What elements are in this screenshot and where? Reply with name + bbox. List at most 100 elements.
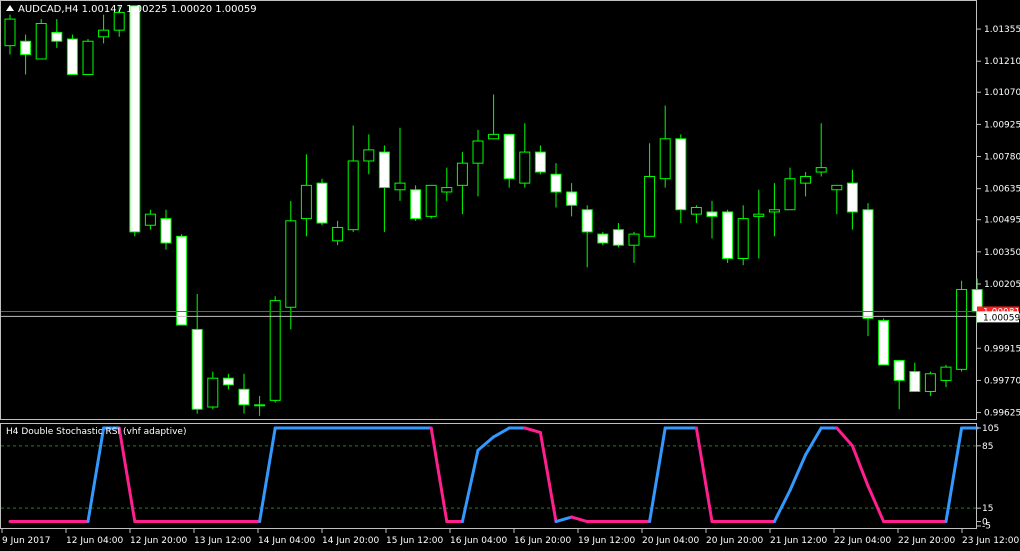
candle-body: [675, 138, 687, 211]
candle-body: [612, 229, 624, 246]
time-tick-label: 15 Jun 12:00: [386, 536, 443, 546]
candle-body: [66, 38, 78, 76]
time-tick-label: 14 Jun 20:00: [322, 536, 379, 546]
price-tick-label: 0.99625: [984, 409, 1020, 419]
candle-body: [503, 133, 515, 180]
time-tick-label: 22 Jun 04:00: [834, 536, 891, 546]
candle-body: [737, 218, 749, 259]
indicator-title: H4 Double Stochastic RSI (vhf adaptive): [6, 427, 187, 437]
time-tick-label: 22 Jun 20:00: [898, 536, 955, 546]
candle-body: [410, 189, 422, 220]
time-tick-label: 23 Jun 12:00: [962, 536, 1019, 546]
time-tick-label: 20 Jun 04:00: [642, 536, 699, 546]
candle-body: [441, 187, 453, 193]
time-tick-label: 21 Jun 12:00: [770, 536, 827, 546]
price-tick-label: 1.00495: [984, 216, 1020, 226]
candle-body: [238, 388, 250, 406]
price-tick-label: 1.01355: [984, 25, 1020, 35]
candle-body: [425, 184, 437, 217]
candle-body: [160, 218, 172, 244]
bid-price-tag-label: 1.00059: [983, 313, 1020, 323]
candle-body: [909, 371, 921, 393]
candle-body: [456, 162, 468, 186]
candle-body: [472, 140, 484, 164]
candle-body: [394, 182, 406, 191]
price-tick-label: 1.01210: [984, 57, 1020, 67]
candle-body: [846, 182, 858, 213]
candle-body: [659, 138, 671, 180]
candle-body: [269, 300, 281, 401]
price-tick-label: 1.01070: [984, 88, 1020, 98]
candle-body: [347, 160, 359, 231]
candle-body: [363, 149, 375, 162]
candle-body: [20, 40, 32, 56]
candle-body: [300, 184, 312, 220]
candle-body: [4, 18, 16, 47]
candle-body: [893, 359, 905, 381]
chart-header: AUDCAD,H4 1.00147 1.00225 1.00020 1.0005…: [18, 4, 257, 15]
price-tick-label: 0.99915: [984, 344, 1020, 354]
candle-body: [862, 209, 874, 319]
time-tick-label: 9 Jun 2017: [2, 536, 50, 546]
time-tick-label: 12 Jun 20:00: [130, 536, 187, 546]
candle-body: [316, 182, 328, 224]
candle-body: [815, 167, 827, 173]
candle-body: [722, 211, 734, 259]
candle-body: [51, 31, 63, 42]
candle-body: [581, 209, 593, 233]
candle-body: [628, 233, 640, 246]
candle-body: [878, 320, 890, 366]
indicator-tick-label: 105: [982, 424, 999, 434]
candle-body: [222, 377, 234, 386]
candle-body: [753, 213, 765, 217]
price-tick-label: 1.00350: [984, 248, 1020, 258]
candle-body: [831, 184, 843, 191]
candle-body: [690, 207, 702, 215]
time-tick-label: 13 Jun 12:00: [194, 536, 251, 546]
candle-body: [768, 209, 780, 213]
candle-body: [534, 151, 546, 173]
candle-body: [924, 373, 936, 393]
indicator-tick-label: 85: [982, 442, 993, 452]
price-tick-label: 0.99770: [984, 376, 1020, 386]
candle-body: [550, 173, 562, 193]
candle-body: [800, 175, 812, 184]
candle-body: [566, 191, 578, 206]
candle-body: [144, 213, 156, 226]
candle-body: [35, 23, 47, 60]
candle-body: [113, 11, 125, 31]
candle-body: [644, 175, 656, 237]
candle-body: [332, 226, 344, 242]
candle-body: [597, 233, 609, 244]
price-tick-label: 1.00780: [984, 153, 1020, 163]
time-tick-label: 16 Jun 04:00: [450, 536, 507, 546]
trading-chart[interactable]: 1.01355 1.01210 1.01070 1.00925 1.00780 1.006…: [0, 0, 1020, 551]
candle-body: [129, 5, 141, 233]
ohlc-label: 1.00147 1.00225 1.00020 1.00059: [81, 4, 257, 15]
time-tick-label: 12 Jun 04:00: [66, 536, 123, 546]
price-tick-label: 1.00925: [984, 120, 1020, 130]
indicator-tick-label: 15: [982, 504, 993, 514]
time-tick-label: 14 Jun 04:00: [258, 536, 315, 546]
candle-body: [940, 366, 952, 381]
time-tick-label: 19 Jun 12:00: [578, 536, 635, 546]
price-tick-label: 1.00205: [984, 280, 1020, 290]
candle-body: [98, 29, 110, 38]
candle-body: [207, 377, 219, 408]
candle-body: [191, 328, 203, 410]
candle-body: [82, 40, 94, 76]
candle-body: [784, 178, 796, 211]
indicator-tick-label: -5: [982, 522, 991, 532]
candle-body: [378, 151, 390, 189]
candle-body: [285, 220, 297, 308]
chart-menu-arrow-icon[interactable]: [6, 5, 14, 11]
time-tick-label: 16 Jun 20:00: [514, 536, 571, 546]
candle-body: [706, 211, 718, 217]
candle-body: [956, 289, 968, 370]
symbol-label: AUDCAD,H4: [18, 4, 79, 15]
candle-body: [488, 133, 500, 140]
price-tick-label: 1.00635: [984, 185, 1020, 195]
time-tick-label: 20 Jun 20:00: [706, 536, 763, 546]
candle-body: [254, 404, 266, 407]
candle-body: [519, 151, 531, 184]
